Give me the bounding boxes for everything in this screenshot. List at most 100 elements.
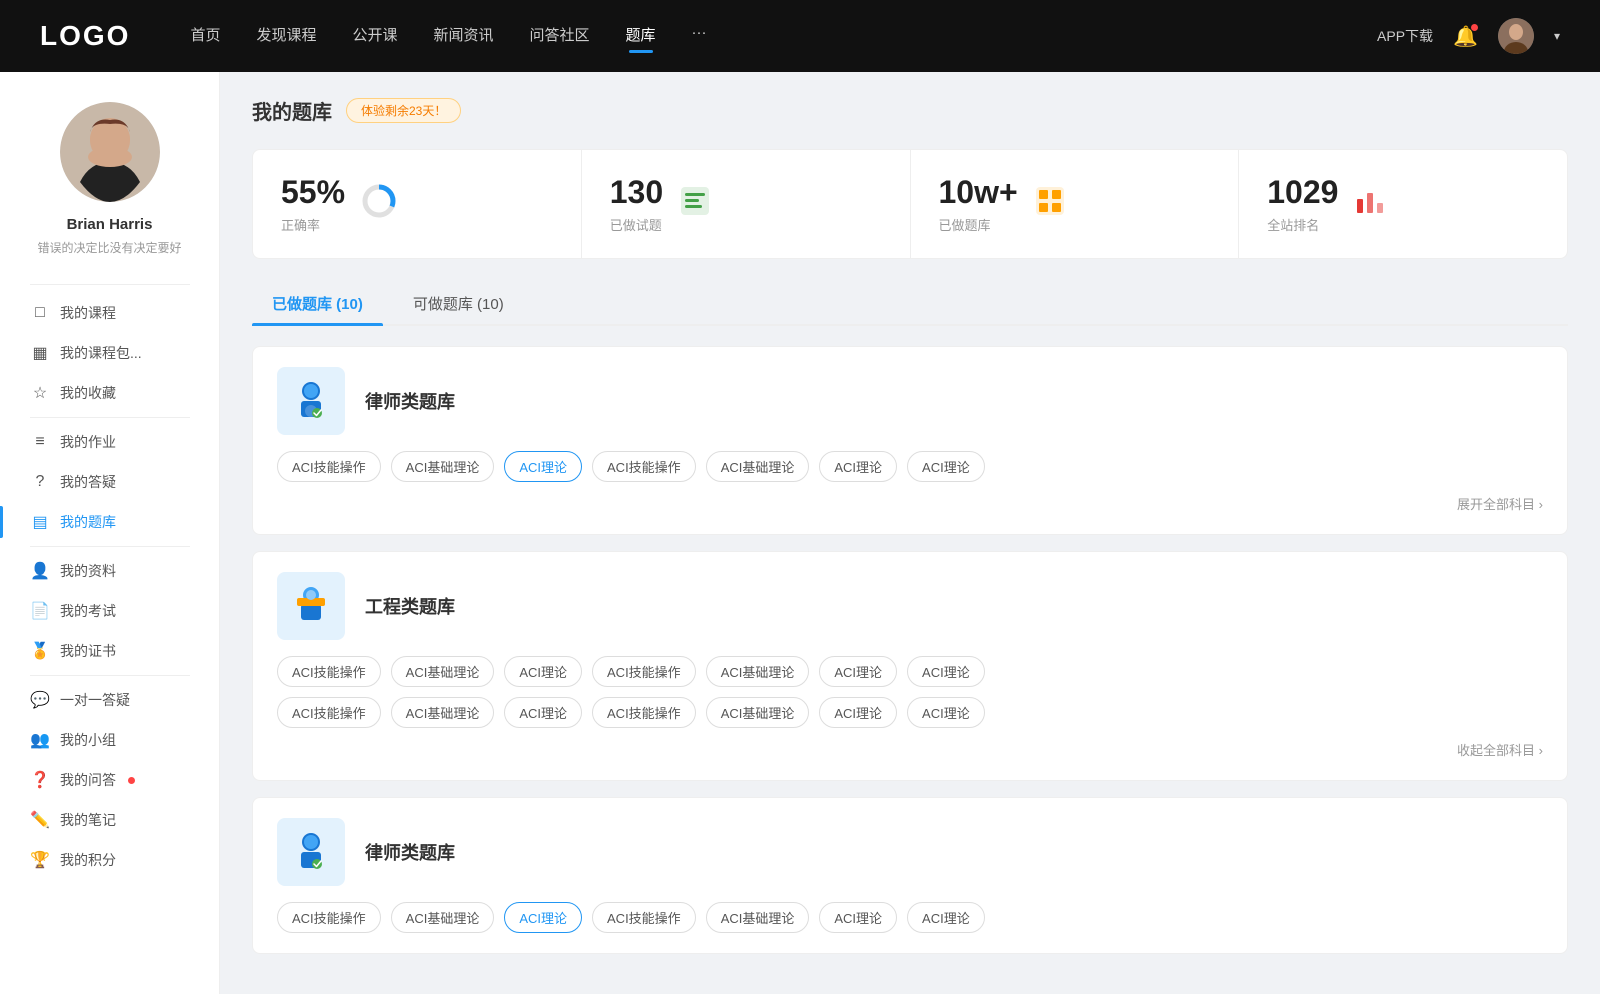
tag-item[interactable]: ACI技能操作 <box>277 451 381 482</box>
navbar: LOGO 首页 发现课程 公开课 新闻资讯 问答社区 题库 ··· APP下载 … <box>0 0 1600 72</box>
profile-icon: 👤 <box>30 561 50 581</box>
qa-icon: ? <box>30 473 50 491</box>
tag-item[interactable]: ACI技能操作 <box>277 902 381 933</box>
nav-qa[interactable]: 问答社区 <box>530 24 590 49</box>
pie-chart-icon <box>361 183 397 226</box>
sidebar-item-homework[interactable]: ≡ 我的作业 <box>0 422 219 462</box>
sidebar-item-my-qa[interactable]: ❓ 我的问答 <box>0 760 219 800</box>
notification-dot <box>128 777 135 784</box>
sidebar: Brian Harris 错误的决定比没有决定要好 □ 我的课程 ▦ 我的课程包… <box>0 72 220 994</box>
sidebar-item-qa[interactable]: ? 我的答疑 <box>0 462 219 502</box>
tag-item[interactable]: ACI基础理论 <box>706 656 810 687</box>
main-content: 我的题库 体验剩余23天！ 55% 正确率 130 <box>220 72 1600 994</box>
course-pack-icon: ▦ <box>30 343 50 363</box>
nav-more[interactable]: ··· <box>692 24 707 49</box>
qbank-title-2: 工程类题库 <box>365 593 455 619</box>
qbank-card-header: 律师类题库 <box>277 367 1543 435</box>
collapse-button-2[interactable]: 收起全部科目 › <box>1457 743 1543 758</box>
notification-bell-icon[interactable]: 🔔 <box>1453 24 1478 49</box>
sidebar-divider-2 <box>30 417 190 418</box>
tag-item[interactable]: ACI理论 <box>504 656 582 687</box>
tag-item[interactable]: ACI基础理论 <box>391 451 495 482</box>
tab-available-banks[interactable]: 可做题库 (10) <box>393 283 524 324</box>
sidebar-username: Brian Harris <box>67 216 153 233</box>
tag-item[interactable]: ACI技能操作 <box>277 697 381 728</box>
chevron-down-icon[interactable]: ▾ <box>1554 29 1560 43</box>
qbank-card-engineer: 工程类题库 ACI技能操作 ACI基础理论 ACI理论 ACI技能操作 ACI基… <box>252 551 1568 781</box>
tag-item[interactable]: ACI技能操作 <box>592 697 696 728</box>
tag-item[interactable]: ACI理论 <box>907 656 985 687</box>
tag-item[interactable]: ACI基础理论 <box>391 656 495 687</box>
nav-question-bank[interactable]: 题库 <box>626 24 656 49</box>
exam-icon: 📄 <box>30 601 50 621</box>
sidebar-item-group[interactable]: 👥 我的小组 <box>0 720 219 760</box>
qbank-icon-lawyer-2 <box>277 818 345 886</box>
sidebar-item-favorites[interactable]: ☆ 我的收藏 <box>0 373 219 413</box>
sidebar-item-certificate[interactable]: 🏅 我的证书 <box>0 631 219 671</box>
tag-item[interactable]: ACI理论 <box>819 656 897 687</box>
tag-item[interactable]: ACI基础理论 <box>391 902 495 933</box>
tag-item-selected[interactable]: ACI理论 <box>504 902 582 933</box>
tag-item[interactable]: ACI基础理论 <box>706 902 810 933</box>
expand-button-1[interactable]: 展开全部科目 › <box>1457 497 1543 512</box>
user-avatar[interactable] <box>1498 18 1534 54</box>
tag-item[interactable]: ACI技能操作 <box>592 656 696 687</box>
stat-banks-label: 已做题库 <box>939 215 1018 234</box>
tag-item[interactable]: ACI理论 <box>907 902 985 933</box>
notes-icon: ✏️ <box>30 810 50 830</box>
tag-item[interactable]: ACI理论 <box>907 697 985 728</box>
stat-accuracy-label: 正确率 <box>281 215 345 234</box>
qbank-title-text-2: 工程类题库 <box>365 593 455 619</box>
app-download-link[interactable]: APP下载 <box>1377 26 1433 46</box>
qbank-icon-engineer <box>277 572 345 640</box>
tag-item[interactable]: ACI理论 <box>819 902 897 933</box>
qbank-footer-2: 收起全部科目 › <box>277 740 1543 760</box>
tag-item[interactable]: ACI理论 <box>907 451 985 482</box>
sidebar-item-question-bank[interactable]: ▤ 我的题库 <box>0 502 219 542</box>
qbank-card-header-3: 律师类题库 <box>277 818 1543 886</box>
notification-dot <box>1471 24 1478 31</box>
sidebar-item-label: 我的题库 <box>60 512 116 532</box>
tag-item[interactable]: ACI技能操作 <box>592 451 696 482</box>
tabs-row: 已做题库 (10) 可做题库 (10) <box>252 283 1568 326</box>
page-header: 我的题库 体验剩余23天！ <box>252 96 1568 125</box>
stat-accuracy-text: 55% 正确率 <box>281 174 345 234</box>
sidebar-item-points[interactable]: 🏆 我的积分 <box>0 840 219 880</box>
qbank-tags-3: ACI技能操作 ACI基础理论 ACI理论 ACI技能操作 ACI基础理论 AC… <box>277 902 1543 933</box>
qbank-title-text: 律师类题库 <box>365 388 455 414</box>
qbank-footer-1: 展开全部科目 › <box>277 494 1543 514</box>
nav-news[interactable]: 新闻资讯 <box>434 24 494 49</box>
sidebar-item-course-pack[interactable]: ▦ 我的课程包... <box>0 333 219 373</box>
tag-item[interactable]: ACI技能操作 <box>277 656 381 687</box>
nav-home[interactable]: 首页 <box>190 24 220 49</box>
sidebar-item-my-course[interactable]: □ 我的课程 <box>0 293 219 333</box>
tag-item[interactable]: ACI技能操作 <box>592 902 696 933</box>
tag-item[interactable]: ACI基础理论 <box>391 697 495 728</box>
tag-item[interactable]: ACI理论 <box>504 697 582 728</box>
qbank-title-text-3: 律师类题库 <box>365 839 455 865</box>
tag-item[interactable]: ACI基础理论 <box>706 697 810 728</box>
qbank-title-1: 律师类题库 <box>365 388 455 414</box>
sidebar-item-profile[interactable]: 👤 我的资料 <box>0 551 219 591</box>
trial-badge: 体验剩余23天！ <box>346 98 461 123</box>
sidebar-item-label: 我的作业 <box>60 432 116 452</box>
qbank-card-lawyer-2: 律师类题库 ACI技能操作 ACI基础理论 ACI理论 ACI技能操作 ACI基… <box>252 797 1568 954</box>
tag-item-selected[interactable]: ACI理论 <box>504 451 582 482</box>
sidebar-item-exam[interactable]: 📄 我的考试 <box>0 591 219 631</box>
stat-rank-label: 全站排名 <box>1267 215 1338 234</box>
sidebar-item-1on1[interactable]: 💬 一对一答疑 <box>0 680 219 720</box>
table-icon <box>1034 185 1066 224</box>
tag-item[interactable]: ACI基础理论 <box>706 451 810 482</box>
sidebar-item-label: 我的收藏 <box>60 383 116 403</box>
qbank-tags-2: ACI技能操作 ACI基础理论 ACI理论 ACI技能操作 ACI基础理论 AC… <box>277 656 1543 687</box>
sidebar-item-label: 我的证书 <box>60 641 116 661</box>
tab-done-banks[interactable]: 已做题库 (10) <box>252 283 383 324</box>
qbank-tags-2-row2: ACI技能操作 ACI基础理论 ACI理论 ACI技能操作 ACI基础理论 AC… <box>277 697 1543 728</box>
stats-row: 55% 正确率 130 已做试题 <box>252 149 1568 259</box>
sidebar-item-notes[interactable]: ✏️ 我的笔记 <box>0 800 219 840</box>
tag-item[interactable]: ACI理论 <box>819 697 897 728</box>
nav-open-course[interactable]: 公开课 <box>352 24 397 49</box>
logo[interactable]: LOGO <box>40 20 130 52</box>
nav-discover[interactable]: 发现课程 <box>256 24 316 49</box>
tag-item[interactable]: ACI理论 <box>819 451 897 482</box>
